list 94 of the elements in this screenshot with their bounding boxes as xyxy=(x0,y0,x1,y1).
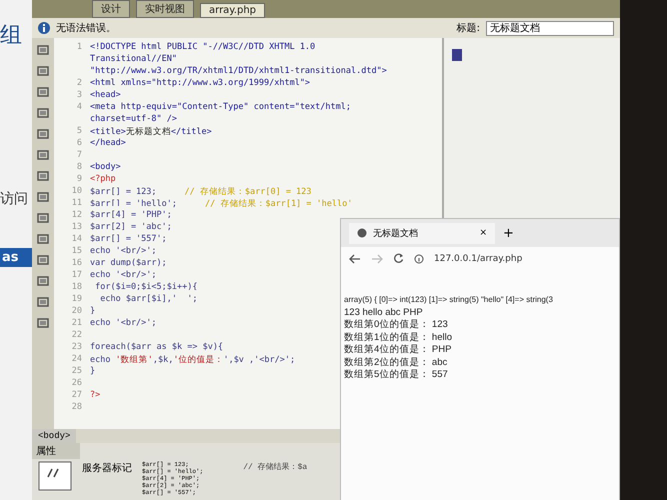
browser-tab[interactable]: 无标题文档 × xyxy=(349,222,495,244)
line-number: 15 xyxy=(70,246,83,258)
code-text: } xyxy=(90,362,96,376)
address-bar[interactable]: 127.0.0.1/array.php xyxy=(434,254,522,264)
tool-icon[interactable] xyxy=(37,44,49,56)
line-number: 11 xyxy=(70,198,83,210)
code-text: 无标题文档 xyxy=(126,127,171,137)
tool-icon[interactable] xyxy=(37,86,49,98)
code-text: <body> xyxy=(90,162,121,172)
code-text: '位的值是： xyxy=(173,355,224,365)
line-number: 25 xyxy=(70,366,83,378)
line-number: 16 xyxy=(70,258,83,270)
line-number: 26 xyxy=(70,378,83,390)
tag-selector[interactable]: <body> xyxy=(32,429,76,443)
reload-icon[interactable] xyxy=(393,253,404,264)
code-text: ?> xyxy=(90,390,100,400)
line-number: 9 xyxy=(76,174,83,186)
file-tab[interactable]: array.php xyxy=(200,3,266,18)
line-number: 19 xyxy=(70,294,83,306)
line-number: 6 xyxy=(76,138,83,150)
tool-icon[interactable] xyxy=(37,317,49,329)
page-output-line: 123 hello abc PHP xyxy=(344,306,423,319)
line-number: 2 xyxy=(76,78,83,90)
properties-label: 服务器标记 xyxy=(82,462,132,475)
page-output-line: 数组第1位的值是： hello xyxy=(344,332,452,344)
page-heading: 组 xyxy=(0,22,23,50)
server-markup-icon xyxy=(38,461,72,491)
globe-icon xyxy=(357,228,367,238)
code-text: <head> xyxy=(90,90,121,100)
line-number: 27 xyxy=(70,390,83,402)
line-number: 4 xyxy=(76,102,83,114)
line-number: 28 xyxy=(70,402,83,414)
info-message: 无语法错误。 xyxy=(56,22,116,35)
tool-icon[interactable] xyxy=(37,212,49,224)
new-tab-button[interactable]: + xyxy=(503,226,514,240)
code-text: </head> xyxy=(90,138,126,148)
line-number: 14 xyxy=(70,234,83,246)
code-text: '数组第' xyxy=(116,355,153,365)
tool-icon[interactable] xyxy=(37,191,49,203)
line-number: 1 xyxy=(76,42,83,54)
line-number: 8 xyxy=(76,162,83,174)
line-number: 3 xyxy=(76,90,83,102)
page-label: as xyxy=(0,248,32,267)
document-icon xyxy=(452,49,462,61)
code-text: <meta http-equiv="Content-Type" content="text/html; xyxy=(90,102,351,112)
tool-icon[interactable] xyxy=(37,233,49,245)
line-number: 20 xyxy=(70,306,83,318)
code-text: <?php xyxy=(90,174,116,184)
page-output-line: 数组第4位的值是： PHP xyxy=(344,344,452,356)
info-icon xyxy=(414,254,424,264)
back-icon[interactable] xyxy=(349,254,361,264)
line-number: 21 xyxy=(70,318,83,330)
line-number: 17 xyxy=(70,270,83,282)
code-text: // 存储结果：$arr[1] = 'hello' xyxy=(205,199,352,209)
page-text: 访问 xyxy=(0,190,29,208)
tool-icon[interactable] xyxy=(37,254,49,266)
code-text: echo '<br/>'; xyxy=(90,314,157,328)
view-tab[interactable]: 实时视图 xyxy=(136,0,194,18)
code-text: "http://www.w3.org/TR/xhtml1/DTD/xhtml1-transitional.dtd"> xyxy=(90,66,387,76)
view-tab[interactable]: 设计 xyxy=(92,0,130,18)
tool-icon[interactable] xyxy=(37,170,49,182)
line-number: 24 xyxy=(70,354,83,366)
line-number: 12 xyxy=(70,210,83,222)
title-field[interactable]: 无标题文档 xyxy=(486,20,614,36)
page-output-line: 数组第5位的值是： 557 xyxy=(344,369,448,382)
page-output-line: 数组第0位的值是： 123 xyxy=(344,319,448,332)
tool-icon[interactable] xyxy=(37,296,49,308)
line-number: 5 xyxy=(76,126,83,138)
line-number: 7 xyxy=(76,150,83,162)
line-number: 22 xyxy=(70,330,83,342)
code-text: <html xmlns="http://www.w3.org/1999/xhtml"> xyxy=(90,78,310,88)
info-icon xyxy=(38,22,50,34)
tab-title: 无标题文档 xyxy=(373,228,418,240)
preview-comment: // 存储结果：$a xyxy=(243,462,308,472)
code-text: // 存储结果：$arr[0] = 123 xyxy=(184,187,312,197)
tool-icon[interactable] xyxy=(37,149,49,161)
line-number: 10 xyxy=(70,186,83,198)
code-text: </title> xyxy=(170,127,212,137)
tool-icon[interactable] xyxy=(37,128,49,140)
title-label: 标题: xyxy=(456,22,480,35)
close-tab-button[interactable]: × xyxy=(479,228,487,238)
properties-tab[interactable]: 属性 xyxy=(32,443,80,459)
tool-icon[interactable] xyxy=(37,275,49,287)
page-output-line: 数组第2位的值是： abc xyxy=(344,356,448,369)
code-text: <title> xyxy=(90,127,126,137)
code-text: Transitional//EN" xyxy=(90,54,177,64)
page-output-line: array(5) { [0]=> int(123) [1]=> string(5) "hello" [4]=> string(3 xyxy=(344,294,553,306)
code-text: charset=utf-8" /> xyxy=(90,114,177,124)
line-number: 18 xyxy=(70,282,83,294)
tool-icon[interactable] xyxy=(37,107,49,119)
line-number: 13 xyxy=(70,222,83,234)
tool-icon[interactable] xyxy=(37,65,49,77)
code-text: <!DOCTYPE html PUBLIC "-//W3C//DTD XHTML 1.0 xyxy=(90,42,316,52)
line-number: 23 xyxy=(70,342,83,354)
